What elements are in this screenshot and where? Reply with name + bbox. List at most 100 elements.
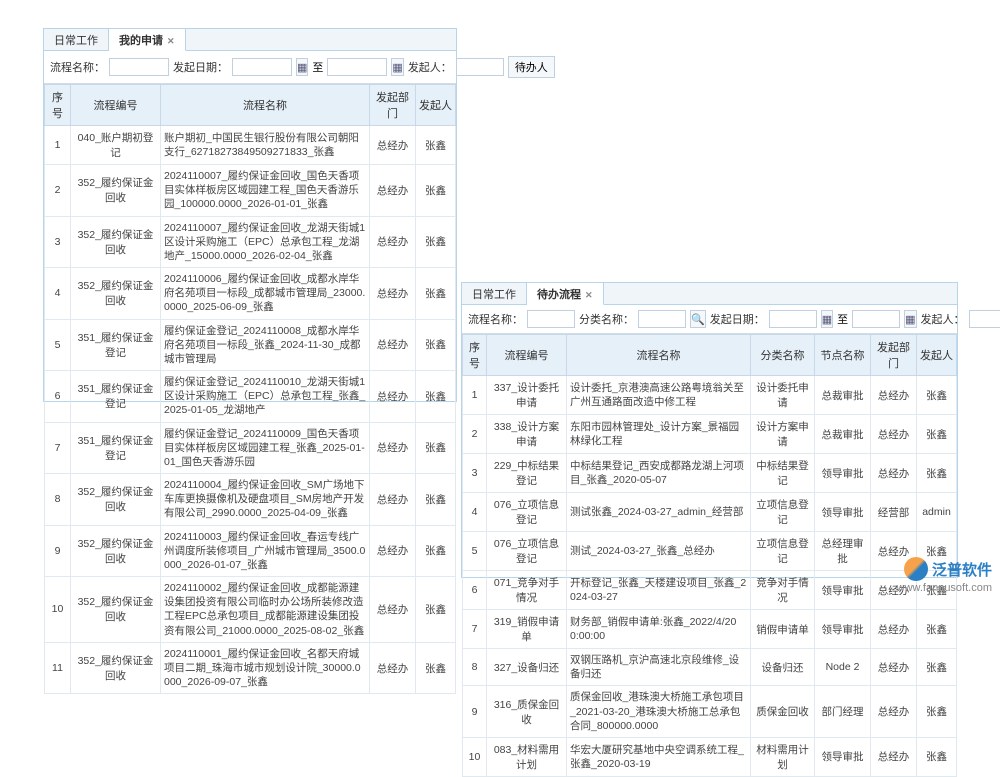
cell-init: 张鑫 <box>416 422 456 474</box>
cell-init: 张鑫 <box>917 649 957 686</box>
cell-name: 质保金回收_港珠澳大桥施工承包项目_2021-03-20_港珠澳大桥施工总承包合… <box>567 686 751 738</box>
col-idx[interactable]: 序号 <box>45 85 71 126</box>
col-dept[interactable]: 发起部门 <box>370 85 416 126</box>
cell-idx: 1 <box>463 376 487 415</box>
cell-dept: 总经办 <box>871 454 917 493</box>
tab-my-applications[interactable]: 我的申请✕ <box>109 29 186 51</box>
tab-pending-flows[interactable]: 待办流程 ✕ <box>527 283 604 305</box>
col-initiator[interactable]: 发起人 <box>416 85 456 126</box>
cell-idx: 7 <box>463 610 487 649</box>
cell-no: 327_设备归还 <box>487 649 567 686</box>
table-row[interactable]: 10083_材料需用计划华宏大厦研究基地中央空调系统工程_张鑫_2020-03-… <box>463 737 957 776</box>
cell-no: 351_履约保证金登记 <box>71 371 161 423</box>
cell-dept: 总经办 <box>370 216 416 268</box>
cell-idx: 3 <box>45 216 71 268</box>
cell-idx: 1 <box>45 126 71 165</box>
col-initiator[interactable]: 发起人 <box>917 335 957 376</box>
col-flow-no[interactable]: 流程编号 <box>487 335 567 376</box>
table-row[interactable]: 2352_履约保证金回收2024110007_履约保证金回收_国色天香项目实体样… <box>45 165 456 217</box>
cell-dept: 总经办 <box>370 422 416 474</box>
calendar-icon[interactable]: ▦ <box>904 310 916 328</box>
cell-dept: 总经办 <box>871 376 917 415</box>
calendar-icon[interactable]: ▦ <box>391 58 403 76</box>
cell-init: 张鑫 <box>416 268 456 320</box>
start-date-to-input[interactable] <box>327 58 387 76</box>
col-node[interactable]: 节点名称 <box>815 335 871 376</box>
start-date-from-input[interactable] <box>232 58 292 76</box>
cell-no: 071_竞争对手情况 <box>487 571 567 610</box>
tab-daily-work[interactable]: 日常工作 <box>44 29 109 50</box>
table-row[interactable]: 1337_设计委托申请设计委托_京港澳高速公路粤境翁关至广州互通路面改造中修工程… <box>463 376 957 415</box>
flow-name-input[interactable] <box>527 310 575 328</box>
col-dept[interactable]: 发起部门 <box>871 335 917 376</box>
table-row[interactable]: 7351_履约保证金登记履约保证金登记_2024110009_国色天香项目实体样… <box>45 422 456 474</box>
flow-name-input[interactable] <box>109 58 169 76</box>
cell-no: 352_履约保证金回收 <box>71 525 161 577</box>
cell-name: 华宏大厦研究基地中央空调系统工程_张鑫_2020-03-19 <box>567 737 751 776</box>
table-row[interactable]: 5076_立项信息登记测试_2024-03-27_张鑫_总经办立项信息登记总经理… <box>463 532 957 571</box>
table-row[interactable]: 6071_竞争对手情况开标登记_张鑫_天楼建设项目_张鑫_2024-03-27竞… <box>463 571 957 610</box>
cell-idx: 8 <box>45 474 71 526</box>
cell-name: 2024110002_履约保证金回收_成都能源建设集团投资有限公司临时办公场所装… <box>161 577 370 643</box>
cell-no: 083_材料需用计划 <box>487 737 567 776</box>
cell-cat: 竞争对手情况 <box>751 571 815 610</box>
col-idx[interactable]: 序号 <box>463 335 487 376</box>
table-row[interactable]: 6351_履约保证金登记履约保证金登记_2024110010_龙湖天街城1区设计… <box>45 371 456 423</box>
panel-pending-flows: 日常工作 待办流程✕ 流程名称： 分类名称： 🔍 发起日期： ▦ 至 ▦ 发起人… <box>461 282 958 578</box>
cell-cat: 中标结果登记 <box>751 454 815 493</box>
table-row[interactable]: 2338_设计方案申请东阳市园林管理处_设计方案_景福园林绿化工程设计方案申请总… <box>463 415 957 454</box>
applications-table: 序号 流程编号 流程名称 发起部门 发起人 1040_账户期初登记账户期初_中国… <box>44 84 456 694</box>
cell-cat: 销假申请单 <box>751 610 815 649</box>
cell-idx: 6 <box>45 371 71 423</box>
pending-button[interactable]: 待办人 <box>508 56 555 78</box>
start-date-to-input[interactable] <box>852 310 900 328</box>
initiator-input[interactable] <box>456 58 504 76</box>
col-flow-name[interactable]: 流程名称 <box>567 335 751 376</box>
cell-no: 338_设计方案申请 <box>487 415 567 454</box>
table-row[interactable]: 9316_质保金回收质保金回收_港珠澳大桥施工承包项目_2021-03-20_港… <box>463 686 957 738</box>
initiator-input[interactable] <box>969 310 1000 328</box>
logo-text: 泛普软件 <box>932 559 992 580</box>
flow-name-label: 流程名称： <box>468 311 523 327</box>
col-flow-no[interactable]: 流程编号 <box>71 85 161 126</box>
start-date-label: 发起日期： <box>173 59 228 75</box>
table-row[interactable]: 1040_账户期初登记账户期初_中国民生银行股份有限公司朝阳支行_6271827… <box>45 126 456 165</box>
category-input[interactable] <box>638 310 686 328</box>
start-date-from-input[interactable] <box>769 310 817 328</box>
cell-dept: 总经办 <box>370 525 416 577</box>
close-icon[interactable]: ✕ <box>585 290 593 300</box>
cell-name: 测试张鑫_2024-03-27_admin_经营部 <box>567 493 751 532</box>
cell-idx: 4 <box>45 268 71 320</box>
cell-idx: 10 <box>45 577 71 643</box>
table-row[interactable]: 8352_履约保证金回收2024110004_履约保证金回收_SM广场地下车库更… <box>45 474 456 526</box>
table-row[interactable]: 11352_履约保证金回收2024110001_履约保证金回收_名都天府城项目二… <box>45 642 456 694</box>
tab-label: 待办流程 <box>537 289 581 301</box>
table-row[interactable]: 4352_履约保证金回收2024110006_履约保证金回收_成都水岸华府名苑项… <box>45 268 456 320</box>
table-wrap-left: 序号 流程编号 流程名称 发起部门 发起人 1040_账户期初登记账户期初_中国… <box>44 84 456 694</box>
tab-daily-work[interactable]: 日常工作 <box>462 283 527 304</box>
table-row[interactable]: 3229_中标结果登记中标结果登记_西安成都路龙湖上河项目_张鑫_2020-05… <box>463 454 957 493</box>
search-icon[interactable]: 🔍 <box>690 310 706 328</box>
close-icon[interactable]: ✕ <box>167 36 175 46</box>
logo-graphic: 泛普软件 <box>897 557 992 581</box>
cell-idx: 8 <box>463 649 487 686</box>
table-row[interactable]: 4076_立项信息登记测试张鑫_2024-03-27_admin_经营部立项信息… <box>463 493 957 532</box>
table-row[interactable]: 5351_履约保证金登记履约保证金登记_2024110008_成都水岸华府名苑项… <box>45 319 456 371</box>
calendar-icon[interactable]: ▦ <box>296 58 308 76</box>
cell-idx: 2 <box>463 415 487 454</box>
table-row[interactable]: 8327_设备归还双钢压路机_京沪高速北京段维修_设备归还设备归还Node 2总… <box>463 649 957 686</box>
table-row[interactable]: 3352_履约保证金回收2024110007_履约保证金回收_龙湖天街城1区设计… <box>45 216 456 268</box>
cell-idx: 11 <box>45 642 71 694</box>
table-row[interactable]: 7319_销假申请单财务部_销假申请单:张鑫_2022/4/20 0:00:00… <box>463 610 957 649</box>
calendar-icon[interactable]: ▦ <box>821 310 833 328</box>
table-row[interactable]: 9352_履约保证金回收2024110003_履约保证金回收_春运专线广州调度所… <box>45 525 456 577</box>
initiator-label: 发起人： <box>408 59 452 75</box>
cell-cat: 设计方案申请 <box>751 415 815 454</box>
col-flow-name[interactable]: 流程名称 <box>161 85 370 126</box>
cell-init: 张鑫 <box>917 686 957 738</box>
table-row[interactable]: 10352_履约保证金回收2024110002_履约保证金回收_成都能源建设集团… <box>45 577 456 643</box>
cell-no: 352_履约保证金回收 <box>71 165 161 217</box>
col-category[interactable]: 分类名称 <box>751 335 815 376</box>
cell-no: 351_履约保证金登记 <box>71 319 161 371</box>
cell-idx: 5 <box>463 532 487 571</box>
